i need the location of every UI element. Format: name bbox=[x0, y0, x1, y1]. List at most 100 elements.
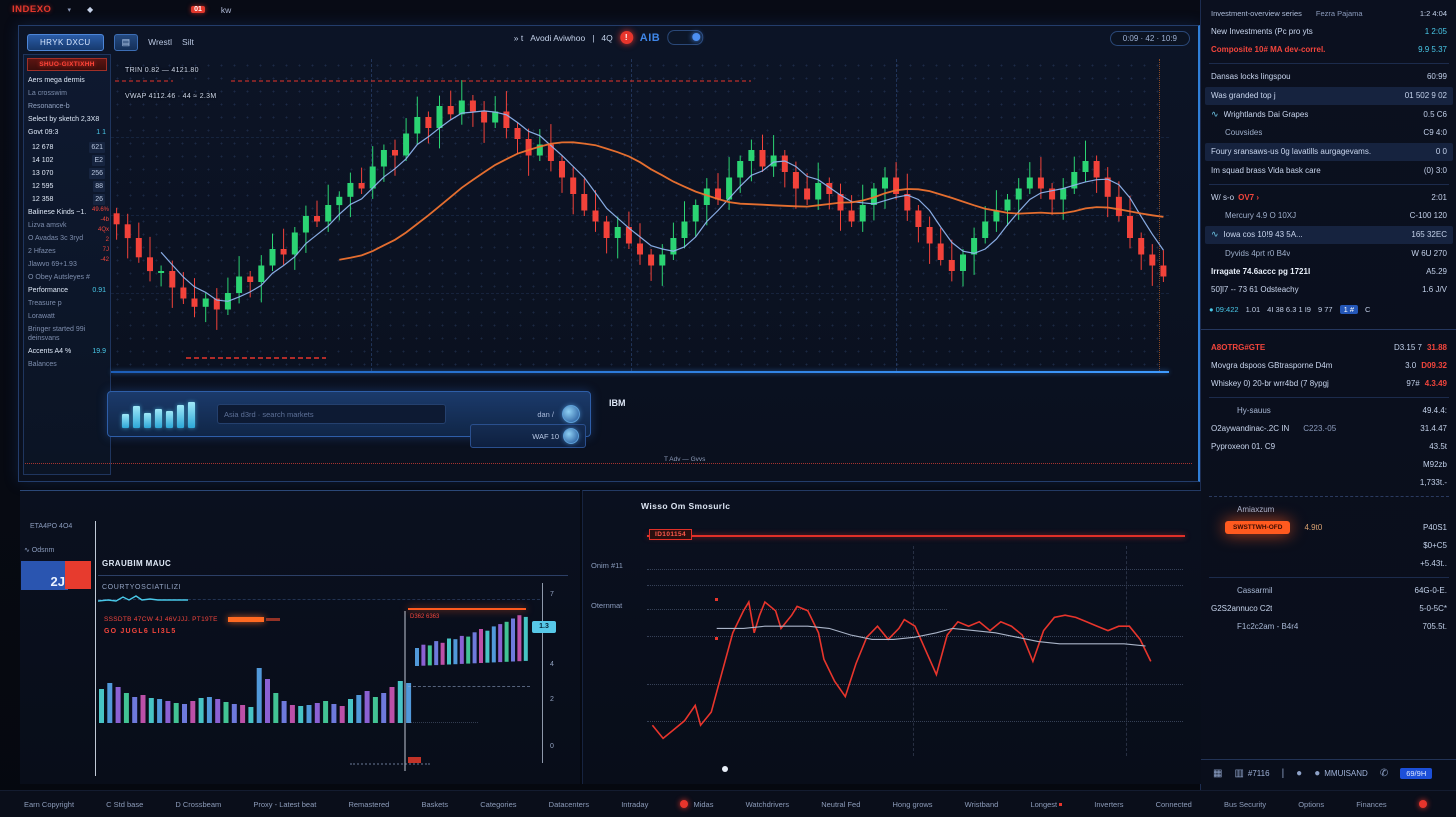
watchlist-row[interactable]: W/ s-o OV7 › 2:01 bbox=[1201, 189, 1456, 207]
sidebar-row[interactable]: Lorawatt bbox=[24, 310, 110, 323]
watchlist-row[interactable]: ∿ Iowa cos 10!9 43 5A... 165 32EC bbox=[1205, 226, 1453, 244]
watchlist-row[interactable] bbox=[1209, 397, 1449, 398]
toolbar-item[interactable]: | bbox=[1282, 768, 1285, 779]
sidebar-row[interactable]: Resonance-b bbox=[24, 100, 110, 113]
caret-down-icon[interactable]: ▾ bbox=[67, 6, 71, 14]
volume-bars-chart[interactable] bbox=[97, 611, 542, 771]
toolbar-label-split[interactable]: Silt bbox=[182, 37, 194, 47]
footer-item[interactable]: C Std base bbox=[106, 800, 143, 809]
search-input[interactable] bbox=[217, 404, 446, 424]
watchlist-row[interactable]: Hy-sauus 49.4.4: bbox=[1201, 402, 1456, 420]
watchlist-row[interactable]: Cassarmil 64G-0-E. bbox=[1201, 582, 1456, 600]
footer-item[interactable]: Inverters bbox=[1094, 800, 1123, 809]
footer-item[interactable]: Proxy - Latest beat bbox=[253, 800, 316, 809]
footer-item[interactable]: Watchdrivers bbox=[746, 800, 789, 809]
toolbar-item[interactable]: ● bbox=[1296, 768, 1302, 779]
sidebar-row[interactable]: Aers mega dermis bbox=[24, 74, 110, 87]
watchlist-row[interactable]: F1c2c2am - B4r4 705.5t. bbox=[1201, 618, 1456, 636]
sidebar-row[interactable]: Select by sketch 2,3X8 bbox=[24, 113, 110, 126]
watchlist-row[interactable]: New Investments (Pc pro yts 1 2:05 bbox=[1201, 23, 1456, 41]
watchlist-row[interactable]: O2aywandinac-.2C IN C223.-05 31.4.47 bbox=[1201, 420, 1456, 438]
watchlist-row[interactable]: Foury sransaws-us 0g lavatills aurgageva… bbox=[1205, 143, 1453, 161]
toolbar-item[interactable]: 69/9H bbox=[1400, 768, 1432, 779]
sidebar-row[interactable]: Accents A4 % 19.9 bbox=[24, 345, 110, 358]
momentum-line-chart[interactable] bbox=[647, 536, 1183, 756]
footer-item[interactable]: Wristband bbox=[965, 800, 999, 809]
watchlist-row[interactable]: 1,733t.- bbox=[1201, 474, 1456, 492]
sidebar-row[interactable]: O Obey Autsleyes # bbox=[24, 271, 110, 284]
footer-item[interactable]: Intraday bbox=[621, 800, 648, 809]
watchlist-row[interactable]: Investment-overview series Fezra Pajama … bbox=[1201, 2, 1456, 23]
toolbar-item[interactable]: ▦ bbox=[1213, 768, 1222, 779]
footer-item[interactable]: Baskets bbox=[421, 800, 448, 809]
footer-item[interactable]: Remastered bbox=[348, 800, 389, 809]
alert-icon[interactable]: ! bbox=[620, 31, 633, 44]
sidebar-row[interactable]: Bringer started 99i deinsvans bbox=[24, 323, 110, 345]
toolbar-item[interactable]: ✆ bbox=[1380, 768, 1388, 779]
timeframe-label[interactable]: 4Q bbox=[601, 33, 612, 43]
watchlist-row[interactable]: Couvsides C9 4:0 bbox=[1201, 124, 1456, 142]
footer-item[interactable]: Midas bbox=[680, 800, 713, 809]
toolbar-item[interactable]: ● MMUISAND bbox=[1314, 768, 1368, 779]
watchlist-row[interactable]: A8OTRG#GTE D3.15 7 31.88 bbox=[1201, 339, 1456, 357]
footer-item[interactable]: Options bbox=[1298, 800, 1324, 809]
watchlist-row[interactable]: Dyvids 4prt r0 B4v W 6U 270 bbox=[1201, 245, 1456, 263]
depth-row[interactable]: 12 595 88 bbox=[24, 180, 110, 193]
watchlist-row[interactable] bbox=[1209, 184, 1449, 185]
depth-row[interactable]: 13 070 256 bbox=[24, 167, 110, 180]
footer-item[interactable]: D Crossbeam bbox=[175, 800, 221, 809]
footer-item[interactable]: Hong grows bbox=[893, 800, 933, 809]
watchlist-row[interactable]: Amiaxzum bbox=[1201, 501, 1456, 519]
globe-icon[interactable] bbox=[562, 405, 580, 423]
sidebar-row[interactable]: Balances bbox=[24, 358, 110, 371]
watchlist-row[interactable]: 50]l7 -- 73 61 Odsteachy 1.6 J/V bbox=[1201, 281, 1456, 299]
sell-marker-box[interactable] bbox=[65, 561, 91, 589]
watchlist-row[interactable]: Composite 10# MA dev-correl. 9.9 5.37 bbox=[1201, 41, 1456, 59]
waf-label[interactable]: WAF 10 bbox=[532, 432, 559, 441]
panel-corner-sublabel[interactable]: ∿ Odsnm bbox=[24, 546, 54, 554]
bolt-icon[interactable]: ◆ bbox=[87, 5, 93, 14]
watchlist-row[interactable]: Dansas locks lingspou 60:99 bbox=[1201, 68, 1456, 86]
watchlist-row[interactable]: ● 09:4221.014I 38 6.3 1 I99 771 #C bbox=[1201, 299, 1456, 320]
sidebar-row[interactable]: Govt 09:3 1 1 bbox=[24, 126, 110, 139]
alert-banner[interactable]: SHUO-GIXTIXHH bbox=[27, 58, 107, 71]
watchlist-row[interactable]: SWSTTWH-OFD 4.9t0 P40S1 bbox=[1201, 519, 1456, 537]
sidebar-row[interactable]: Performance 0.91 bbox=[24, 284, 110, 297]
sidebar-row[interactable]: La crosswim bbox=[24, 87, 110, 100]
watchlist-row[interactable]: Im squad brass Vida bask care (0) 3:0 bbox=[1201, 162, 1456, 180]
live-toggle[interactable] bbox=[667, 30, 703, 45]
watchlist-row[interactable]: M92zb bbox=[1201, 456, 1456, 474]
watchlist-row[interactable]: ∿ Wrightlands Dai Grapes 0.5 C6 bbox=[1201, 106, 1456, 124]
toolbar-label-watch[interactable]: Wrestl bbox=[148, 37, 172, 47]
sidebar-row[interactable]: Treasure p bbox=[24, 297, 110, 310]
layout-list-icon[interactable]: ▤ bbox=[114, 34, 139, 51]
watchlist-row[interactable] bbox=[1209, 577, 1449, 578]
globe-icon[interactable] bbox=[563, 428, 579, 444]
position-count-box[interactable]: 2J bbox=[21, 561, 68, 590]
watchlist-row[interactable]: Irragate 74.6accc pg 1721I A5.29 bbox=[1201, 263, 1456, 281]
symbol-select-button[interactable]: HRYK DXCU bbox=[27, 34, 104, 51]
footer-item[interactable]: Bus Security bbox=[1224, 800, 1266, 809]
watchlist-row[interactable]: Movgra dspoos GBtrasporne D4m 3.0 D09.32 bbox=[1201, 357, 1456, 375]
depth-row[interactable]: 12 678 621 bbox=[24, 141, 110, 154]
watchlist-row[interactable]: Pyproxeon 01. C9 43.5t bbox=[1201, 438, 1456, 456]
footer-item[interactable]: Finances bbox=[1356, 800, 1386, 809]
footer-item[interactable]: Datacenters bbox=[549, 800, 589, 809]
watchlist-row[interactable]: G2S2annuco C2t 5-0-5C* bbox=[1201, 600, 1456, 618]
watchlist-row[interactable]: Was granded top j 01 502 9 02 bbox=[1205, 87, 1453, 105]
footer-item[interactable] bbox=[1419, 800, 1432, 808]
footer-item[interactable]: Longest bbox=[1030, 800, 1062, 809]
footer-item[interactable]: Earn Copyright bbox=[24, 800, 74, 809]
watchlist-row[interactable] bbox=[1201, 329, 1456, 330]
footer-item[interactable]: Categories bbox=[480, 800, 516, 809]
footer-item[interactable]: Connected bbox=[1156, 800, 1192, 809]
footer-item[interactable]: Neutral Fed bbox=[821, 800, 860, 809]
watchlist-row[interactable]: $0+C5 bbox=[1201, 537, 1456, 555]
candlestick-chart[interactable]: TRIN 0.82 — 4121.80 VWAP 4112.46 · 44 ≈ … bbox=[111, 59, 1169, 371]
watchlist-row[interactable]: Mercury 4.9 O 10XJ C-100 120 bbox=[1201, 207, 1456, 225]
toolbar-item[interactable]: ▥ #7116 bbox=[1234, 768, 1269, 779]
watchlist-row[interactable]: +5.43t.. bbox=[1201, 555, 1456, 573]
depth-row[interactable]: 14 102 E2 bbox=[24, 154, 110, 167]
session-clock-pill[interactable]: 0:09 · 42 · 10:9 bbox=[1110, 31, 1190, 46]
watchlist-row[interactable] bbox=[1209, 63, 1449, 64]
